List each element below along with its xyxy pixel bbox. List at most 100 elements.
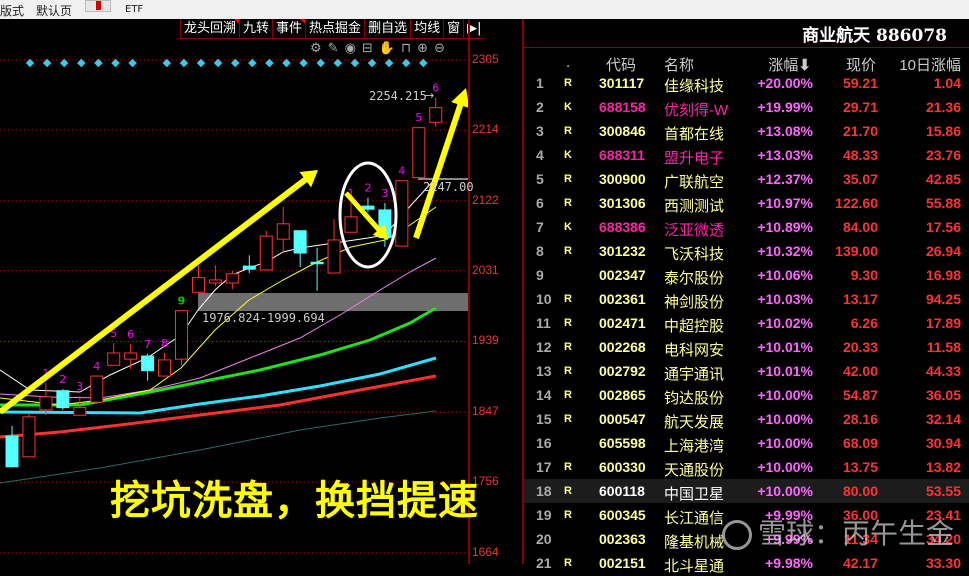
row-flag: R: [564, 317, 572, 329]
table-row[interactable]: 21 R 002151 北斗星通 +9.98% 42.17 33.30: [524, 551, 969, 575]
stock-name: 盟升电子: [664, 150, 725, 167]
row-index: 16: [536, 435, 552, 451]
table-row[interactable]: 12 R 002268 电科网安 +10.01% 20.33 11.58: [524, 335, 969, 359]
y-tick-label: 2122: [472, 192, 499, 207]
row-flag: R: [564, 509, 572, 521]
candle: [429, 107, 443, 123]
change-pct: +12.37%: [757, 171, 813, 187]
row-index: 17: [536, 459, 552, 475]
change-pct: +10.01%: [757, 339, 813, 355]
price: 122.60: [835, 195, 878, 211]
candle: [310, 261, 324, 265]
row-index: 13: [536, 363, 552, 379]
price: 29.71: [842, 99, 878, 115]
stock-code: 002363: [599, 531, 646, 547]
candle: [259, 235, 273, 271]
candle: [39, 396, 53, 411]
change-pct: +10.00%: [757, 483, 813, 499]
nine-turn-count: 6: [127, 328, 134, 341]
nine-turn-count: 3: [381, 187, 388, 200]
table-row[interactable]: 13 R 002792 通宇通讯 +10.01% 42.00 44.33: [524, 359, 969, 383]
candle: [5, 435, 19, 468]
signal-diamond-icon: [316, 58, 325, 68]
change-pct: +10.03%: [757, 291, 813, 307]
table-row[interactable]: 18 R 600118 中国卫星 +10.00% 80.00 53.55: [524, 479, 969, 503]
row-flag: R: [564, 485, 572, 497]
stock-code: 301232: [599, 243, 646, 259]
row-index: 21: [536, 555, 552, 571]
row-index: 12: [536, 339, 552, 355]
y-tick-label: 2214: [472, 121, 499, 136]
table-row[interactable]: 8 R 301232 飞沃科技 +10.32% 139.00 26.94: [524, 239, 969, 263]
table-row[interactable]: 16 605598 上海港湾 +10.00% 68.09 30.94: [524, 431, 969, 455]
table-row[interactable]: 14 R 002865 钧达股份 +10.00% 54.87 36.05: [524, 383, 969, 407]
xueqiu-logo-icon: [722, 520, 752, 550]
candle: [242, 265, 256, 270]
high-price-label: 2254.215: [369, 89, 427, 103]
change-10d: 42.85: [925, 171, 961, 187]
row-index: 20: [536, 531, 552, 547]
table-row[interactable]: 7 K 688386 泛亚微透 +10.89% 84.00 17.56: [524, 215, 969, 239]
stock-code: 688158: [599, 99, 646, 115]
divider: [524, 47, 969, 48]
stock-code: 600118: [599, 483, 645, 499]
watermark: 雪球：丙午生金: [722, 512, 954, 552]
gap-range-label: 1976.824-1999.694: [202, 311, 325, 325]
trend-arrow-icon: [0, 170, 318, 415]
change-pct: +10.01%: [757, 363, 813, 379]
row-flag: R: [564, 125, 572, 137]
row-flag: R: [564, 245, 572, 257]
change-10d: 21.36: [925, 99, 961, 115]
row-flag: K: [564, 101, 572, 113]
price: 54.87: [842, 387, 878, 403]
row-index: 18: [536, 483, 552, 499]
price: 84.00: [842, 219, 878, 235]
price: 13.17: [842, 291, 878, 307]
change-pct: +10.00%: [757, 387, 813, 403]
price: 59.21: [842, 75, 878, 91]
stock-name: 长江通信: [664, 510, 725, 527]
table-row[interactable]: 15 R 000547 航天发展 +10.00% 28.16 32.14: [524, 407, 969, 431]
nine-turn-count: 2: [364, 182, 371, 195]
candle: [158, 359, 172, 377]
stock-name: 飞沃科技: [664, 246, 725, 263]
stock-code: 300900: [599, 171, 646, 187]
stock-name: 泛亚微透: [664, 222, 725, 239]
row-index: 14: [536, 387, 552, 403]
table-row[interactable]: 6 R 301306 西测测试 +10.97% 122.60 55.88: [524, 191, 969, 215]
table-row[interactable]: 1 R 301117 佳缘科技 +20.00% 59.21 1.04: [524, 71, 969, 95]
table-row[interactable]: 11 R 002471 中超控股 +10.02% 6.26 17.89: [524, 311, 969, 335]
stock-name: 航天发展: [664, 414, 725, 431]
table-row[interactable]: 9 002347 泰尔股份 +10.06% 9.30 16.98: [524, 263, 969, 287]
change-pct: +10.00%: [757, 435, 813, 451]
stock-code: 002347: [599, 267, 646, 283]
candle: [191, 277, 205, 293]
change-10d: 11.58: [926, 339, 961, 355]
table-row[interactable]: 3 R 300846 首都在线 +13.08% 21.70 15.86: [524, 119, 969, 143]
stock-code: 002865: [599, 387, 646, 403]
price: 68.09: [842, 435, 878, 451]
stock-code: 000547: [599, 411, 646, 427]
signal-diamond-icon: [162, 58, 172, 68]
row-index: 3: [536, 123, 544, 139]
signal-diamond-icon: [94, 58, 103, 68]
change-10d: 26.94: [925, 243, 961, 259]
table-row[interactable]: 17 R 600330 天通股份 +10.00% 13.75 13.82: [524, 455, 969, 479]
row-index: 2: [536, 99, 544, 115]
table-row[interactable]: 2 K 688158 优刻得-W +19.99% 29.71 21.36: [524, 95, 969, 119]
stock-code: 688311: [599, 147, 645, 163]
stock-code: 300846: [599, 123, 646, 139]
table-row[interactable]: 5 R 300900 广联航空 +12.37% 35.07 42.85: [524, 167, 969, 191]
table-row[interactable]: 10 R 002361 神剑股份 +10.03% 13.17 94.25: [524, 287, 969, 311]
row-index: 8: [536, 243, 544, 259]
candle: [175, 310, 188, 360]
stock-name: 西测测试: [664, 198, 725, 215]
table-row[interactable]: 4 K 688311 盟升电子 +13.03% 48.33 23.76: [524, 143, 969, 167]
row-index: 6: [536, 195, 544, 211]
candle: [107, 352, 121, 366]
row-index: 1: [536, 75, 544, 91]
stock-code: 605598: [599, 435, 646, 451]
price: 13.75: [842, 459, 878, 475]
signal-diamond-icon: [196, 58, 206, 68]
signal-diamond-icon: [350, 58, 360, 68]
